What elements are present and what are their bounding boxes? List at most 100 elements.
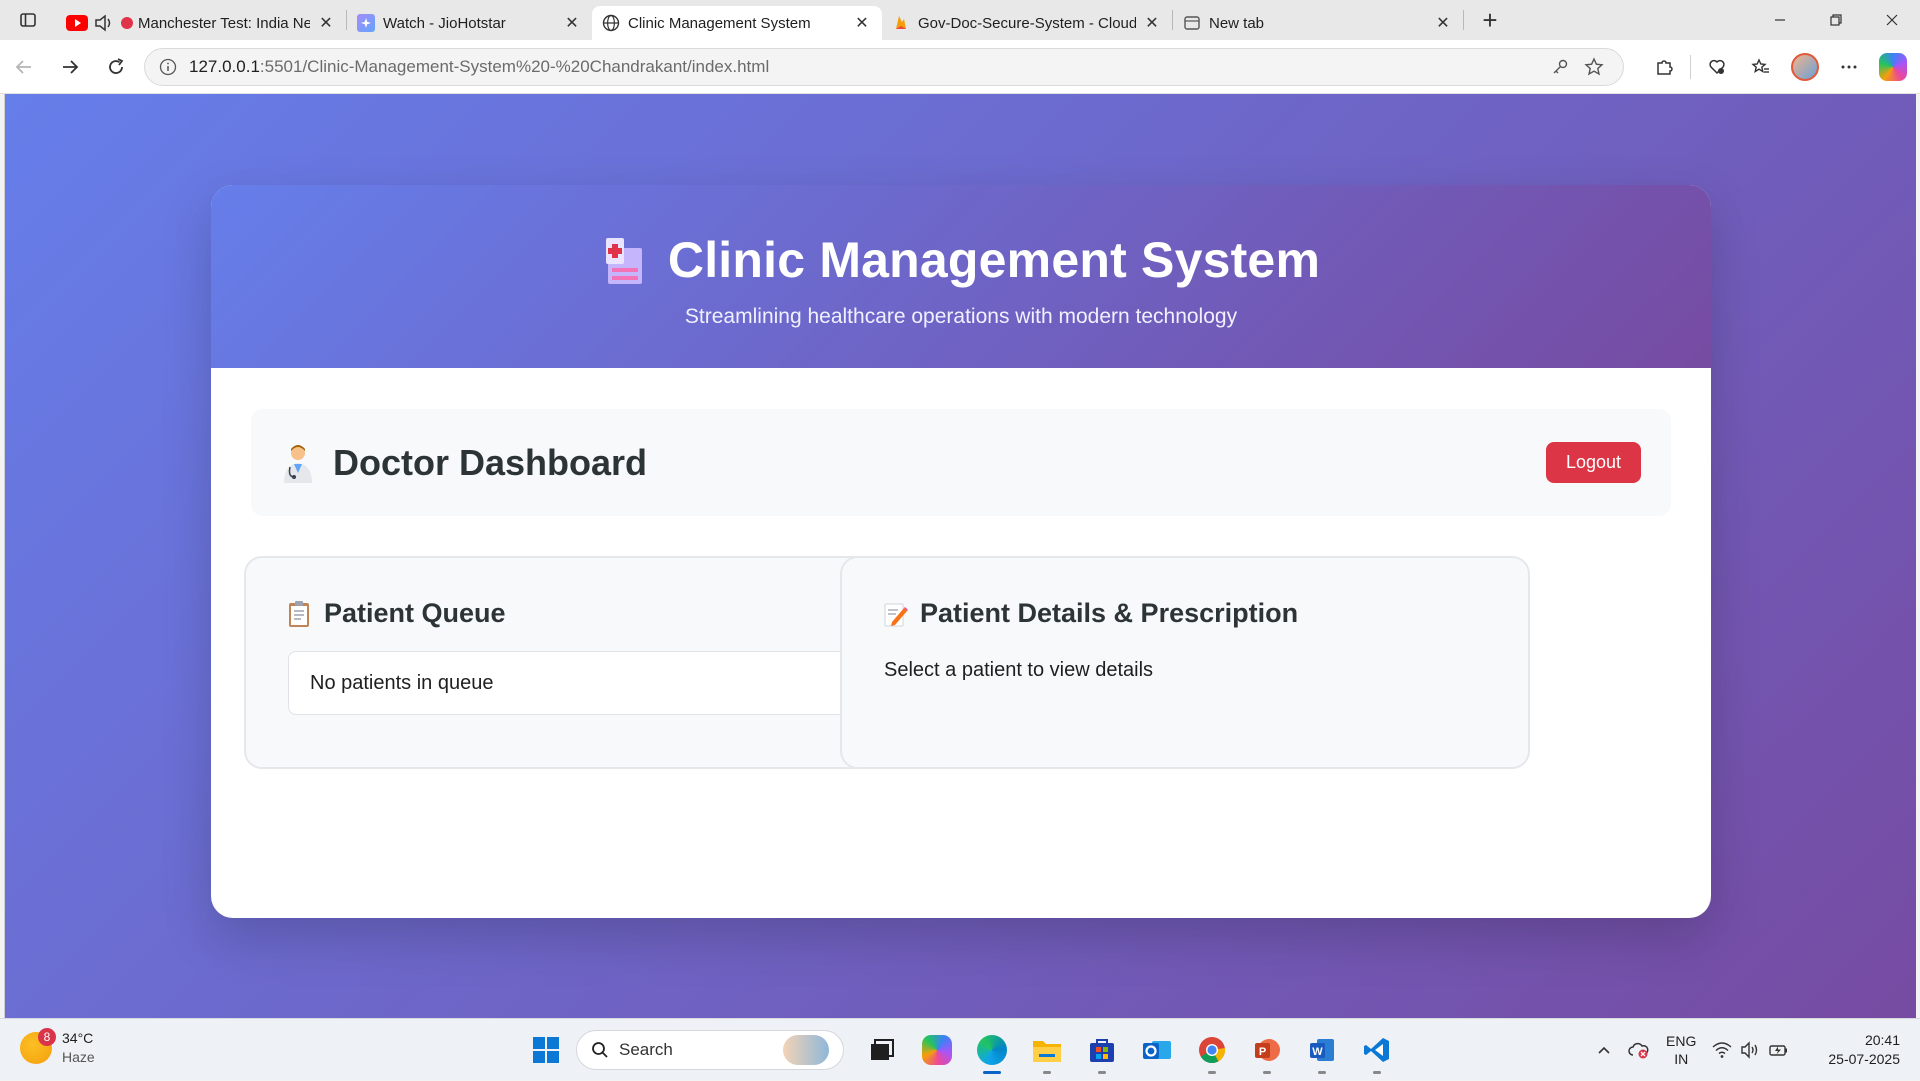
start-button[interactable] [524,1028,568,1072]
tab-jiohotstar[interactable]: Watch - JioHotstar ✕ [347,6,592,40]
task-view-icon [870,1039,894,1060]
page-subtitle: Streamlining healthcare operations with … [684,305,1238,328]
profile-button[interactable] [1783,47,1827,87]
running-indicator [1097,1071,1106,1074]
quick-settings-button[interactable] [1704,1030,1798,1070]
patient-details-card: Patient Details & Prescription Select a … [840,556,1530,769]
svg-text:P: P [1258,1046,1265,1058]
powerpoint-icon: P [1254,1039,1280,1061]
notification-badge: 8 [38,1028,56,1046]
favorites-button[interactable] [1739,47,1783,87]
password-key-icon[interactable] [1543,52,1577,82]
hospital-icon [602,234,648,286]
url-text[interactable]: 127.0.0.1:5501/Clinic-Management-System%… [189,57,1543,77]
extensions-button[interactable] [1642,47,1686,87]
app-container: Clinic Management System Streamlining he… [211,185,1711,918]
globe-icon [602,14,620,32]
window-controls [1752,0,1920,40]
tab-actions-button[interactable] [0,0,56,40]
patient-queue-heading-text: Patient Queue [324,598,506,628]
clock-date: 25-07-2025 [1828,1051,1900,1067]
outlook-icon [1142,1041,1171,1059]
network-status-button[interactable] [1620,1030,1658,1070]
refresh-icon [109,57,124,74]
weather-widget[interactable]: 8 34°C Haze [20,1028,95,1067]
battery-charging-icon [1769,1045,1788,1056]
restore-icon [1830,14,1842,26]
new-tab-icon [1183,14,1201,32]
tab-title: Manchester Test: India Ne [138,14,310,32]
close-window-button[interactable] [1864,0,1920,40]
tab-actions-icon [20,13,36,27]
close-tab-icon[interactable]: ✕ [316,13,336,33]
speaker-icon[interactable] [94,14,114,32]
taskbar-word[interactable]: W [1294,1026,1349,1074]
tab-title: New tab [1209,14,1265,32]
language-indicator[interactable]: ENG IN [1658,1030,1704,1070]
logout-button[interactable]: Logout [1545,442,1641,483]
system-tray: ENG IN 20:41 25-07-2025 [1588,1019,1920,1081]
close-tab-icon[interactable]: ✕ [1142,13,1162,33]
clock-time: 20:41 [1864,1032,1900,1048]
site-info-icon[interactable] [157,56,179,78]
taskbar-apps: Search P W [524,1026,1404,1074]
tab-separator [1463,10,1464,30]
taskbar-edge[interactable] [964,1026,1019,1074]
copilot-button[interactable] [1871,47,1915,87]
taskbar-search[interactable]: Search [576,1030,844,1070]
dashboard-title-text: Doctor Dashboard [333,441,648,483]
taskbar-outlook[interactable] [1129,1026,1184,1074]
close-tab-icon[interactable]: ✕ [562,13,582,33]
taskbar-file-explorer[interactable] [1019,1026,1074,1074]
patient-queue-card: Patient Queue No patients in queue [244,556,934,769]
show-hidden-icons-button[interactable] [1588,1030,1620,1070]
patient-details-heading-text: Patient Details & Prescription [920,598,1299,628]
tab-new-tab[interactable]: New tab ✕ [1173,6,1463,40]
address-bar[interactable]: 127.0.0.1:5501/Clinic-Management-System%… [144,47,1624,86]
page-viewport: Clinic Management System Streamlining he… [4,94,1916,1018]
arrow-right-icon [63,59,79,74]
settings-more-button[interactable] [1827,47,1871,87]
reload-button[interactable] [94,47,138,87]
clock[interactable]: 20:41 25-07-2025 [1798,1031,1920,1069]
page-title-text: Clinic Management System [667,232,1321,288]
puzzle-icon [1657,59,1673,75]
tab-manchester-test[interactable]: Manchester Test: India Ne ✕ [56,6,346,40]
close-tab-icon[interactable]: ✕ [1433,13,1453,33]
forward-button[interactable] [48,47,92,87]
dashboard-header: Doctor Dashboard Logout [251,409,1671,516]
favorites-list-icon [1751,57,1769,73]
patient-queue-list: No patients in queue [288,651,892,715]
volume-icon [1741,1041,1758,1059]
running-indicator [1262,1071,1271,1074]
weather-temperature: 34°C [62,1030,94,1046]
back-button[interactable] [2,47,46,87]
toolbar-divider [1690,54,1691,79]
word-icon: W [1309,1039,1334,1061]
toolbar-actions [1642,47,1915,87]
page-title: Clinic Management System [602,231,1320,289]
jiohotstar-icon [357,14,375,32]
taskbar-chrome[interactable] [1184,1026,1239,1074]
firebase-icon [892,14,910,32]
browser-essentials-button[interactable] [1695,47,1739,87]
taskbar-copilot[interactable] [909,1026,964,1074]
sun-haze-icon: 8 [20,1028,56,1064]
restore-button[interactable] [1808,0,1864,40]
taskbar-vscode[interactable] [1349,1026,1404,1074]
edge-icon [976,1035,1007,1065]
taskbar-store[interactable] [1074,1026,1129,1074]
favorite-star-icon[interactable] [1577,52,1611,82]
tab-clinic-management[interactable]: Clinic Management System ✕ [592,6,882,40]
search-icon [592,1042,608,1058]
svg-text:W: W [1312,1046,1323,1058]
close-tab-icon[interactable]: ✕ [852,13,872,33]
minimize-button[interactable] [1752,0,1808,40]
taskbar-powerpoint[interactable]: P [1239,1026,1294,1074]
tab-title: Gov-Doc-Secure-System - Cloud [918,14,1136,32]
windows-logo-icon [533,1037,559,1063]
taskbar-task-view[interactable] [854,1026,909,1074]
tab-strip: Manchester Test: India Ne ✕ Watch - JioH… [0,0,1920,40]
tab-gov-doc-secure[interactable]: Gov-Doc-Secure-System - Cloud ✕ [882,6,1172,40]
new-tab-button[interactable]: + [1470,3,1510,37]
